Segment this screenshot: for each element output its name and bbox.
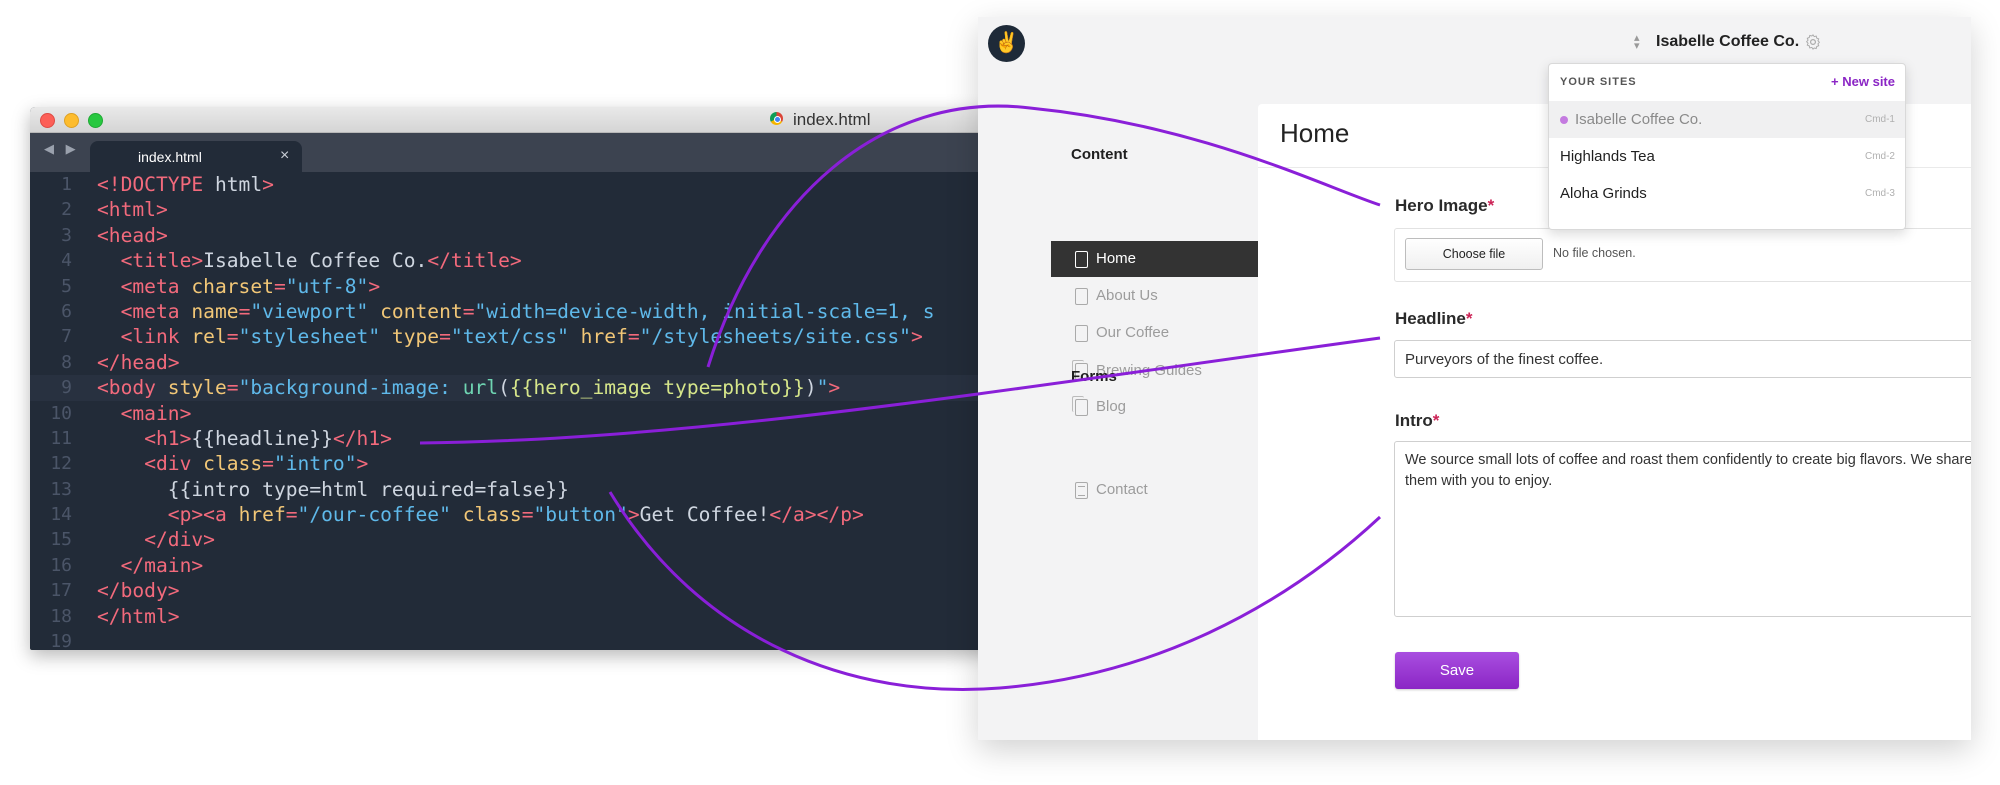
intro-connector bbox=[608, 491, 1382, 691]
connector-lines bbox=[419, 104, 1382, 691]
hero-image-connector bbox=[706, 104, 1381, 368]
headline-connector bbox=[419, 336, 1381, 445]
